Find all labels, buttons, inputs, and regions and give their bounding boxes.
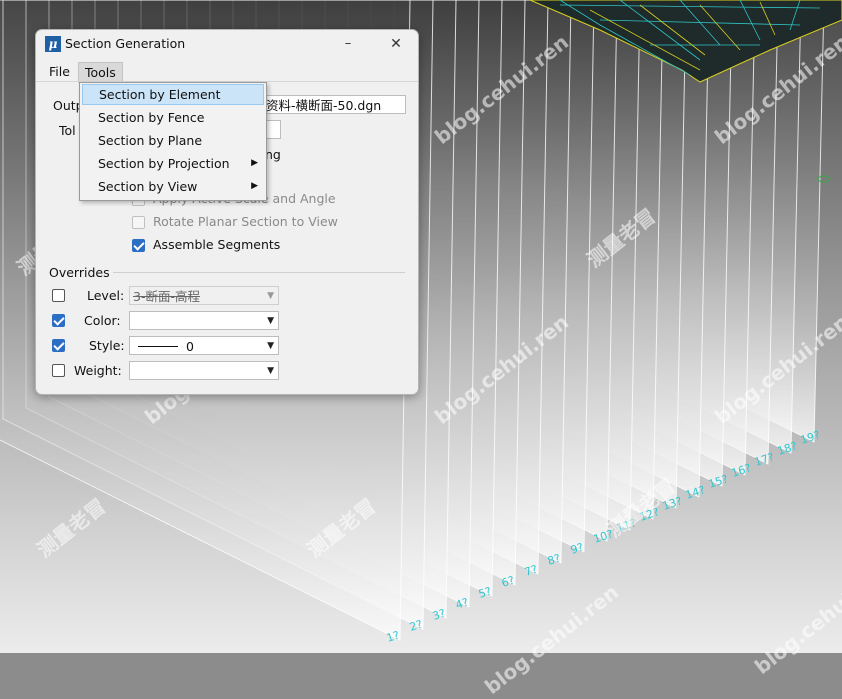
chevron-down-icon: ▼ [267, 316, 274, 326]
level-checkbox[interactable] [52, 289, 65, 302]
chevron-down-icon: ▼ [267, 341, 274, 351]
menu-item-label: Section by Element [99, 87, 221, 102]
tools-dropdown-menu: Section by Element Section by Fence Sect… [79, 82, 267, 201]
style-label: Style: [89, 338, 125, 353]
menu-file[interactable]: File [43, 62, 76, 81]
menu-tools[interactable]: Tools [78, 62, 123, 83]
dialog-title: Section Generation [65, 36, 186, 51]
section-generation-dialog: μ Section Generation – ✕ File Tools Outp… [35, 29, 419, 395]
assemble-segments-checkbox[interactable] [132, 239, 145, 252]
option-label-tail: ng [265, 147, 281, 162]
weight-combo[interactable]: ▼ [129, 361, 279, 380]
menu-item-label: Section by View [98, 179, 198, 194]
rotate-planar-checkbox[interactable] [132, 216, 145, 229]
style-checkbox[interactable] [52, 339, 65, 352]
assemble-segments-label: Assemble Segments [153, 237, 281, 252]
weight-checkbox[interactable] [52, 364, 65, 377]
menu-item-section-by-element[interactable]: Section by Element [82, 84, 264, 105]
output-file-field[interactable]: 资料-横断面-50.dgn [262, 95, 406, 114]
menu-item-section-by-plane[interactable]: Section by Plane [82, 130, 264, 151]
line-style-sample [138, 346, 178, 347]
microstation-logo-icon: μ [45, 36, 61, 52]
menu-item-label: Section by Fence [98, 110, 205, 125]
close-button[interactable]: ✕ [381, 33, 411, 55]
chevron-down-icon: ▼ [267, 291, 274, 301]
menu-item-label: Section by Projection [98, 156, 230, 171]
menu-bar: File Tools [36, 60, 418, 83]
color-checkbox[interactable] [52, 314, 65, 327]
menu-item-label: Section by Plane [98, 133, 203, 148]
maximize-button[interactable] [335, 33, 365, 55]
level-combo[interactable]: 3-断面-高程 ▼ [129, 286, 279, 305]
level-label: Level: [87, 288, 125, 303]
style-value: 0 [186, 339, 194, 354]
level-value: 3-断面-高程 [133, 289, 200, 304]
submenu-arrow-icon: ▶ [251, 158, 258, 168]
color-label: Color: [84, 313, 121, 328]
overrides-heading: Overrides [49, 265, 110, 280]
rotate-planar-label: Rotate Planar Section to View [153, 214, 338, 229]
color-combo[interactable]: ▼ [129, 311, 279, 330]
overrides-divider [113, 272, 405, 273]
style-combo[interactable]: 0 ▼ [129, 336, 279, 355]
menu-item-section-by-fence[interactable]: Section by Fence [82, 107, 264, 128]
chevron-down-icon: ▼ [267, 366, 274, 376]
tolerance-label: Tol [59, 123, 76, 138]
weight-label: Weight: [74, 363, 122, 378]
menu-item-section-by-projection[interactable]: Section by Projection ▶ [82, 153, 264, 174]
title-bar[interactable]: μ Section Generation – ✕ [36, 30, 418, 59]
menu-item-section-by-view[interactable]: Section by View ▶ [82, 176, 264, 197]
submenu-arrow-icon: ▶ [251, 181, 258, 191]
